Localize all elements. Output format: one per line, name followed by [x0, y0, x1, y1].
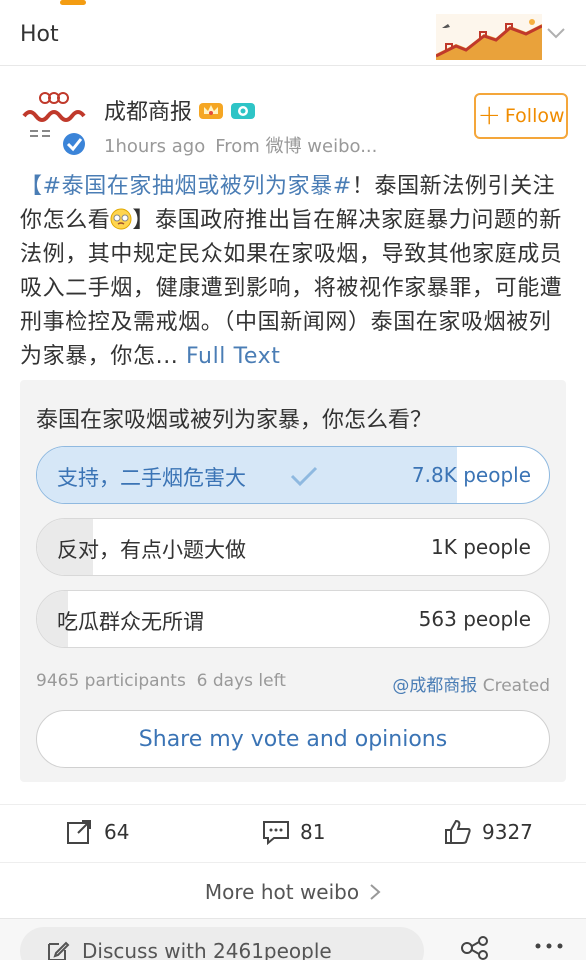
- post-meta: 1hours ago From 微博 weibo...: [104, 132, 377, 158]
- more-hot-weibo-link[interactable]: More hot weibo: [0, 862, 586, 920]
- like-count: 9327: [482, 820, 533, 844]
- poll-footer: 9465 participants 6 days left @成都商报 Crea…: [36, 671, 550, 696]
- poll-option-count: 7.8K people: [411, 463, 531, 487]
- comment-count: 81: [300, 820, 326, 844]
- author-name-row: 成都商报: [104, 94, 256, 126]
- great-wall-banner-icon: [436, 14, 542, 60]
- comment-icon: [263, 821, 289, 845]
- post-source: From 微博 weibo...: [215, 136, 378, 157]
- poll-participants: 9465 participants: [36, 671, 186, 691]
- poll-option-count: 563 people: [418, 607, 531, 631]
- poll-option-label: 吃瓜群众无所谓: [57, 610, 204, 634]
- like-button[interactable]: 9327: [444, 819, 533, 845]
- more-hot-label: More hot weibo: [204, 879, 360, 904]
- poll-card: 泰国在家吸烟或被列为家暴，你怎么看？ 支持，二手烟危害大 7.8K people…: [20, 380, 566, 782]
- post-action-bar: 64 81 9327: [0, 804, 586, 860]
- poll-option[interactable]: 吃瓜群众无所谓 563 people: [36, 590, 550, 648]
- tab-hot[interactable]: Hot: [20, 22, 59, 47]
- share-icon[interactable]: [460, 935, 490, 960]
- author-name[interactable]: 成都商报: [104, 94, 192, 126]
- post-time: 1hours ago: [104, 136, 206, 157]
- comment-button[interactable]: 81: [262, 819, 325, 845]
- poll-creator: @成都商报 Created: [392, 671, 550, 696]
- follow-button[interactable]: + Follow: [474, 93, 568, 139]
- bottom-bar: Discuss with 2461people: [0, 918, 586, 960]
- discuss-input[interactable]: Discuss with 2461people: [20, 927, 424, 960]
- poll-question: 泰国在家吸烟或被列为家暴，你怎么看？: [36, 408, 433, 433]
- check-icon: [290, 466, 318, 487]
- thinking-emoji-icon: [110, 208, 132, 230]
- thumbs-up-icon: [445, 819, 471, 844]
- avatar[interactable]: [18, 88, 88, 158]
- poll-option[interactable]: 支持，二手烟危害大 7.8K people: [36, 446, 550, 504]
- follow-label: Follow: [504, 105, 565, 127]
- chevron-down-icon[interactable]: [546, 26, 566, 40]
- creator-link[interactable]: @成都商报: [392, 676, 477, 696]
- pencil-icon: [48, 941, 70, 960]
- share-vote-button[interactable]: Share my vote and opinions: [36, 710, 550, 768]
- poll-option[interactable]: 反对，有点小题大做 1K people: [36, 518, 550, 576]
- repost-button[interactable]: 64: [66, 819, 129, 845]
- poll-days-left: 6 days left: [196, 671, 286, 691]
- poll-option-label: 反对，有点小题大做: [57, 538, 246, 562]
- vip-crown-icon: [199, 103, 224, 119]
- creator-suffix: Created: [482, 676, 550, 696]
- repost-icon: [67, 820, 91, 844]
- more-options-icon[interactable]: [534, 941, 564, 951]
- full-text-link[interactable]: Full Text: [186, 344, 281, 369]
- hashtag-link[interactable]: 【#泰国在家抽烟或被列为家暴#: [20, 174, 352, 199]
- repost-count: 64: [104, 820, 130, 844]
- top-tab-bar: Hot: [0, 0, 586, 66]
- post-text: 【#泰国在家抽烟或被列为家暴#！泰国新法例引关注 你怎么看 】泰国政府推出旨在解决…: [20, 170, 568, 374]
- discuss-label: Discuss with 2461people: [82, 939, 332, 960]
- tab-indicator: [60, 0, 86, 5]
- poll-option-label: 支持，二手烟危害大: [57, 466, 246, 490]
- chevron-right-icon: [370, 883, 381, 900]
- camera-badge-icon: [231, 103, 256, 119]
- plus-icon: +: [477, 97, 501, 131]
- poll-option-count: 1K people: [431, 535, 531, 559]
